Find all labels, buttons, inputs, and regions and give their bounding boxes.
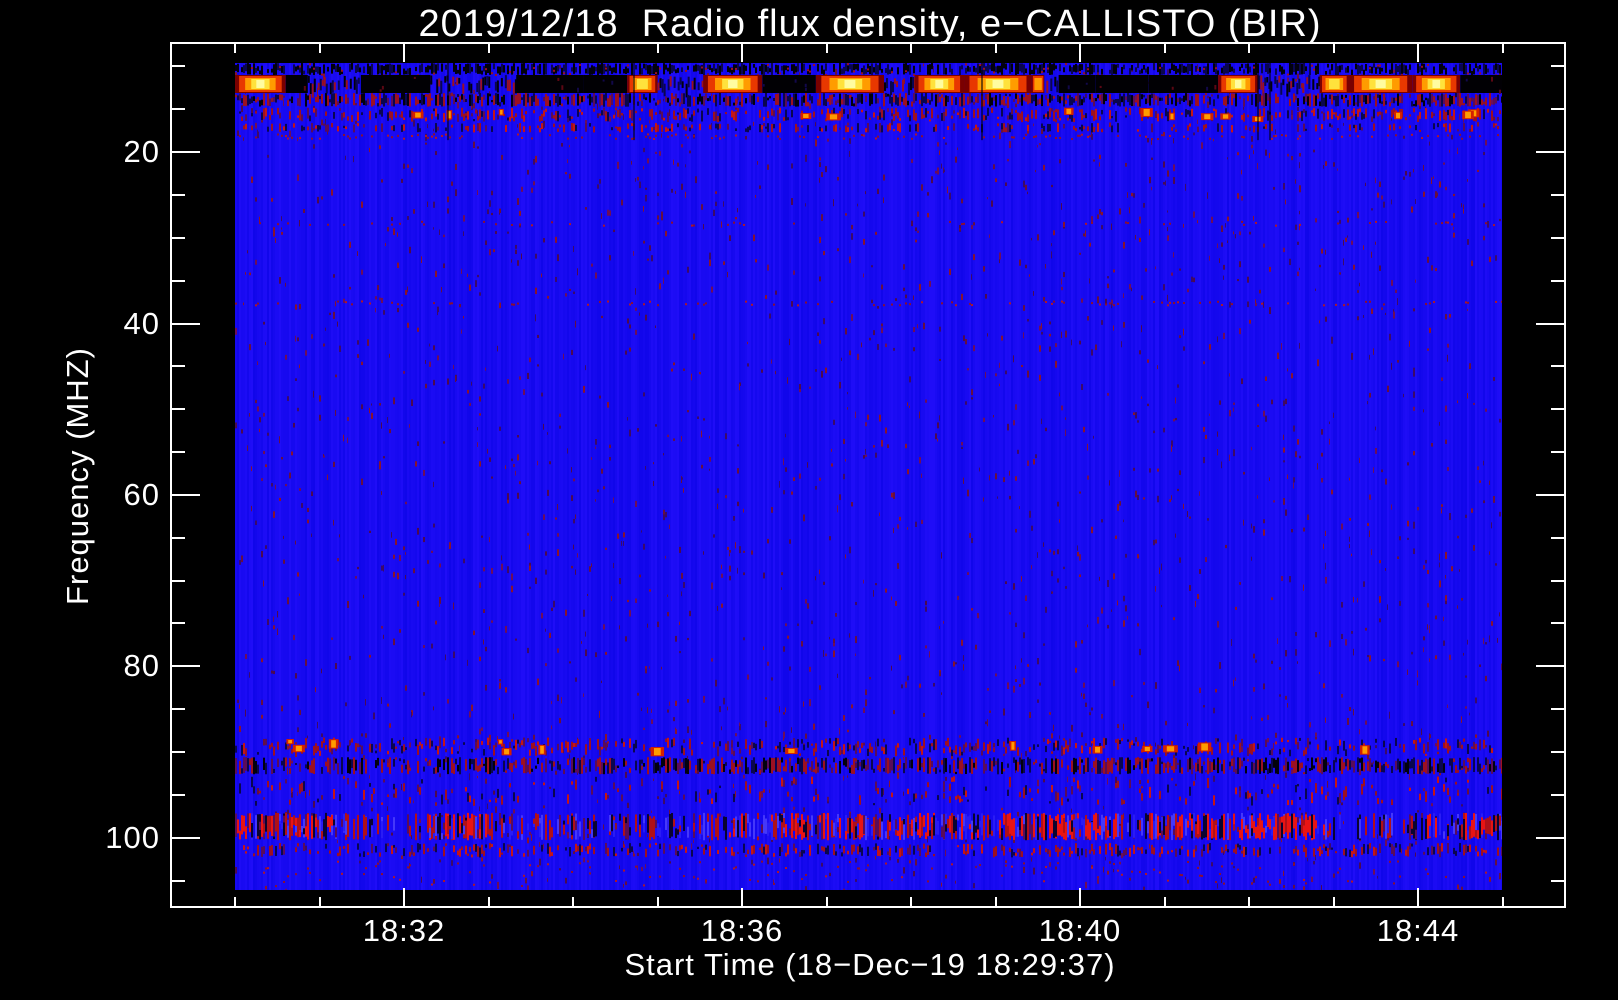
y-minor-tick-right [1551, 879, 1564, 882]
y-major-tick-right [1536, 836, 1564, 839]
y-minor-tick-right [1551, 365, 1564, 368]
x-tick-label: 18:36 [700, 913, 784, 948]
y-minor-tick [172, 622, 185, 625]
y-minor-tick [172, 193, 185, 196]
y-minor-tick [172, 536, 185, 539]
x-minor-tick-top [1248, 44, 1250, 53]
x-major-tick-top [741, 44, 743, 62]
y-minor-tick-right [1551, 408, 1564, 411]
y-tick-label: 100 [105, 819, 160, 855]
y-minor-tick [172, 451, 185, 454]
x-minor-tick-top [1332, 44, 1335, 53]
y-major-tick [172, 322, 200, 325]
y-minor-tick [172, 751, 185, 754]
x-minor-tick [910, 897, 912, 906]
y-minor-tick [172, 65, 185, 68]
x-tick-label: 18:40 [1038, 913, 1122, 948]
x-minor-tick-top [825, 44, 828, 53]
x-minor-tick [234, 897, 236, 906]
x-minor-tick [1163, 897, 1166, 906]
y-minor-tick-right [1551, 579, 1564, 582]
y-minor-tick [172, 879, 185, 882]
x-minor-tick [825, 897, 828, 906]
x-major-tick-top [403, 44, 405, 62]
y-minor-tick [172, 108, 185, 111]
x-minor-tick [656, 897, 659, 906]
y-major-tick [172, 151, 200, 154]
x-major-tick-top [1417, 44, 1419, 62]
chart-title: 2019/12/18 Radio flux density, e−CALLIST… [418, 3, 1322, 45]
x-minor-tick [572, 897, 574, 906]
x-tick-label: 18:32 [362, 913, 446, 948]
y-tick-label: 20 [123, 134, 160, 170]
y-major-tick-right [1536, 493, 1564, 496]
y-tick-label: 40 [123, 305, 160, 341]
y-major-tick-right [1536, 322, 1564, 325]
x-minor-tick [318, 897, 321, 906]
y-minor-tick-right [1551, 279, 1564, 282]
y-major-tick [172, 493, 200, 496]
x-minor-tick [994, 897, 997, 906]
y-minor-tick [172, 365, 185, 368]
x-major-tick [741, 888, 743, 906]
y-minor-tick [172, 236, 185, 239]
x-minor-tick [1332, 897, 1335, 906]
x-major-tick [1417, 888, 1419, 906]
y-minor-tick-right [1551, 193, 1564, 196]
y-tick-label: 80 [123, 648, 160, 684]
spectrogram-figure: 2019/12/18 Radio flux density, e−CALLIST… [0, 0, 1618, 1000]
y-minor-tick-right [1551, 65, 1564, 68]
y-minor-tick-right [1551, 622, 1564, 625]
y-minor-tick-right [1551, 108, 1564, 111]
y-major-tick [172, 665, 200, 668]
x-minor-tick-top [1501, 44, 1504, 53]
y-minor-tick-right [1551, 236, 1564, 239]
x-minor-tick [1501, 897, 1504, 906]
y-minor-tick [172, 279, 185, 282]
x-axis-label: Start Time (18−Dec−19 18:29:37) [624, 947, 1116, 982]
x-major-tick-top [1079, 44, 1081, 62]
x-minor-tick-top [1163, 44, 1166, 53]
y-major-tick-right [1536, 151, 1564, 154]
y-major-tick [172, 836, 200, 839]
y-minor-tick [172, 793, 185, 796]
spectrogram-canvas [235, 63, 1502, 890]
x-minor-tick-top [234, 44, 236, 53]
x-minor-tick [1248, 897, 1250, 906]
y-axis-label: Frequency (MHZ) [60, 347, 95, 605]
x-minor-tick-top [656, 44, 659, 53]
y-minor-tick-right [1551, 451, 1564, 454]
y-minor-tick-right [1551, 751, 1564, 754]
x-minor-tick [487, 897, 490, 906]
x-tick-label: 18:44 [1376, 913, 1460, 948]
x-minor-tick-top [318, 44, 321, 53]
x-major-tick [403, 888, 405, 906]
x-minor-tick-top [910, 44, 912, 53]
x-minor-tick-top [572, 44, 574, 53]
y-minor-tick-right [1551, 793, 1564, 796]
y-minor-tick [172, 708, 185, 711]
x-minor-tick-top [487, 44, 490, 53]
x-minor-tick-top [994, 44, 997, 53]
y-major-tick-right [1536, 665, 1564, 668]
y-minor-tick [172, 408, 185, 411]
y-minor-tick [172, 579, 185, 582]
x-major-tick [1079, 888, 1081, 906]
y-minor-tick-right [1551, 536, 1564, 539]
y-minor-tick-right [1551, 708, 1564, 711]
